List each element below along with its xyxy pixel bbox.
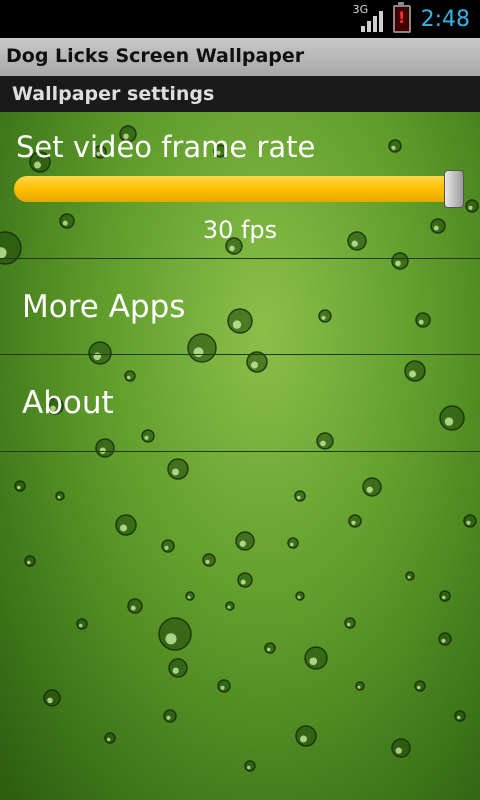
slider-thumb[interactable] <box>444 170 464 208</box>
app-title-bar: Dog Licks Screen Wallpaper <box>0 38 480 77</box>
menu-item-about[interactable]: About <box>0 355 480 450</box>
app-title: Dog Licks Screen Wallpaper <box>6 45 305 67</box>
menu-item-more-apps[interactable]: More Apps <box>0 259 480 354</box>
menu-item-label: More Apps <box>22 289 186 325</box>
slider-track[interactable] <box>14 176 456 202</box>
battery-alert-icon: ! <box>392 2 411 33</box>
menu-item-label: About <box>22 385 114 421</box>
settings-content: Wallpaper settings Set video frame rate … <box>0 76 480 800</box>
frame-rate-value: 30 fps <box>202 216 278 244</box>
section-header: Wallpaper settings <box>0 76 480 112</box>
section-header-label: Wallpaper settings <box>12 83 215 105</box>
status-icons: 3G ! 2:48 <box>353 0 470 38</box>
frame-rate-slider[interactable] <box>14 170 464 208</box>
status-bar: 3G ! 2:48 <box>0 0 480 38</box>
clock: 2:48 <box>420 6 470 32</box>
divider <box>0 451 480 452</box>
signal-icon: 3G <box>353 3 383 32</box>
frame-rate-label: Set video frame rate <box>16 130 316 164</box>
